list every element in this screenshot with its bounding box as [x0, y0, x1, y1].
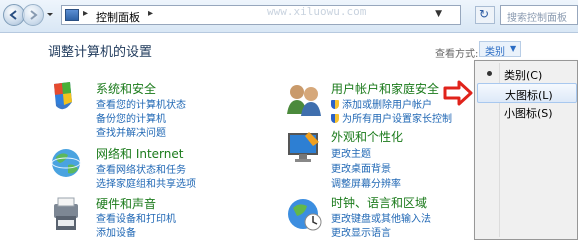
- search-input[interactable]: 搜索控制面板: [500, 5, 578, 25]
- category-link[interactable]: 调整屏幕分辨率: [331, 175, 401, 190]
- menu-item-label: 类别(C): [504, 69, 543, 82]
- category-link[interactable]: 添加设备: [96, 224, 136, 239]
- address-toolbar: ▸ 控制面板 ▸ www.xiluowu.com ▼ ↻ 搜索控制面板: [0, 0, 578, 33]
- category-link[interactable]: 添加或删除用户帐户: [331, 96, 432, 111]
- user-accounts-icon: [287, 85, 321, 116]
- refresh-icon: ↻: [479, 7, 490, 21]
- category-link[interactable]: 为所有用户设置家长控制: [331, 110, 452, 125]
- menu-item-category[interactable]: 类别(C): [477, 64, 577, 84]
- page-title: 调整计算机的设置: [48, 45, 153, 60]
- category-link[interactable]: 查看您的计算机状态: [96, 96, 186, 111]
- category-link[interactable]: 选择家庭组和共享选项: [96, 175, 196, 190]
- category-link[interactable]: 更改桌面背景: [331, 160, 391, 175]
- category-link[interactable]: 查看网络状态和任务: [96, 161, 186, 176]
- category-link[interactable]: 查找并解决问题: [96, 124, 166, 139]
- menu-item-large-icons[interactable]: 大图标(L): [477, 83, 577, 103]
- view-by-dropdown[interactable]: 类别 ▼: [479, 41, 521, 58]
- menu-item-label: 大图标(L): [505, 89, 553, 102]
- chevron-down-icon: ▼: [510, 44, 517, 53]
- search-placeholder: 搜索控制面板: [507, 13, 567, 24]
- breadcrumb-separator[interactable]: ▸: [83, 8, 88, 19]
- control-panel-icon: [65, 9, 79, 21]
- category-title[interactable]: 系统和安全: [96, 80, 156, 97]
- view-by-value: 类别: [485, 47, 505, 58]
- category-link[interactable]: 查看设备和打印机: [96, 210, 176, 225]
- red-arrow-annotation: [443, 80, 473, 106]
- category-title[interactable]: 外观和个性化: [331, 128, 403, 145]
- category-title[interactable]: 时钟、语言和区域: [331, 194, 427, 211]
- view-by-label: 查看方式:: [435, 49, 479, 60]
- category-link[interactable]: 更改键盘或其他输入法: [331, 210, 431, 225]
- forward-icon: [30, 10, 38, 20]
- address-bar[interactable]: ▸ 控制面板 ▸ www.xiluowu.com ▼: [61, 5, 461, 25]
- category-link[interactable]: 备份您的计算机: [96, 110, 166, 125]
- address-dropdown-icon[interactable]: ▼: [435, 9, 442, 19]
- watermark-text: www.xiluowu.com: [267, 5, 367, 18]
- uac-shield-icon: [331, 100, 339, 109]
- menu-item-small-icons[interactable]: 小图标(S): [477, 102, 577, 122]
- hardware-sound-icon: [54, 197, 78, 230]
- recent-pages-dropdown[interactable]: [46, 9, 54, 19]
- category-link[interactable]: 更改显示语言: [331, 224, 391, 239]
- refresh-button[interactable]: ↻: [475, 6, 495, 24]
- breadcrumb-control-panel[interactable]: 控制面板: [96, 9, 140, 25]
- back-icon: [9, 10, 17, 20]
- clock-language-icon: [288, 199, 322, 231]
- category-link[interactable]: 更改主题: [331, 145, 371, 160]
- network-icon: [51, 149, 81, 177]
- system-security-icon: [54, 82, 72, 110]
- breadcrumb-separator[interactable]: ▸: [148, 8, 153, 19]
- forward-button[interactable]: [22, 4, 44, 26]
- category-title[interactable]: 网络和 Internet: [96, 145, 183, 162]
- menu-item-label: 小图标(S): [504, 107, 553, 120]
- view-by-menu: 类别(C) 大图标(L) 小图标(S): [474, 60, 578, 240]
- uac-shield-icon: [331, 114, 339, 123]
- selected-bullet-icon: [487, 71, 492, 76]
- appearance-icon: [288, 132, 319, 162]
- category-title[interactable]: 用户帐户和家庭安全: [331, 80, 439, 97]
